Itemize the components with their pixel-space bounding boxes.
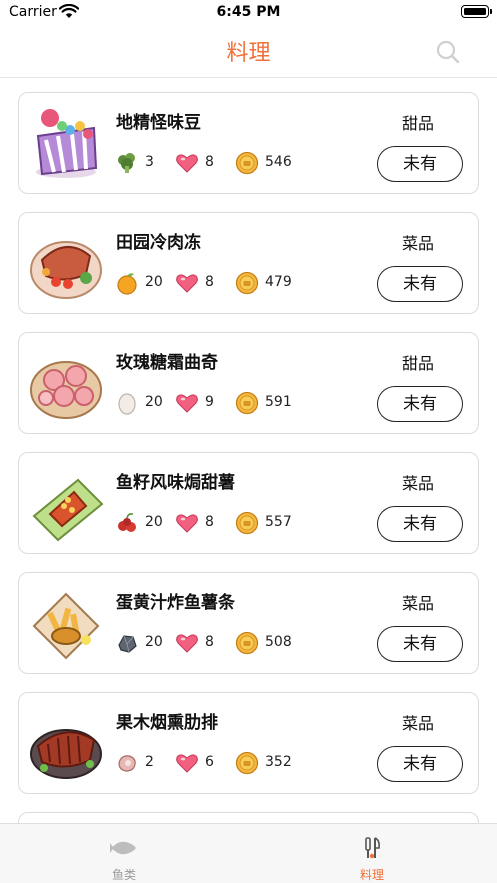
coin-icon <box>235 511 259 535</box>
recipe-category: 菜品 <box>401 474 434 493</box>
coin-count: 352 <box>265 754 292 770</box>
recipe-name: 玫瑰糖霜曲奇 <box>116 353 218 373</box>
ownership-status-button[interactable]: 未有 <box>377 386 463 422</box>
coin-count: 546 <box>265 154 292 170</box>
broccoli-icon <box>118 153 135 173</box>
ingredient-count: 20 <box>145 394 163 410</box>
recipe-card[interactable]: 田园冷肉冻 菜品 20 8 479 未有 <box>18 212 479 314</box>
recipe-thumbnail-image <box>30 361 102 419</box>
recipe-name: 鱼籽风味焗甜薯 <box>116 473 235 493</box>
berries-icon <box>118 513 136 532</box>
navigation-bar: 料理 <box>0 26 497 78</box>
heart-icon <box>176 634 198 653</box>
meat-icon <box>118 755 136 772</box>
orange-icon <box>117 273 137 295</box>
coin-count: 479 <box>265 274 292 290</box>
recipe-name: 果木烟熏肋排 <box>116 713 218 733</box>
ingredient-count: 20 <box>145 274 163 290</box>
recipe-name: 地精怪味豆 <box>116 113 201 133</box>
egg-icon <box>118 393 136 415</box>
tab-bar: 鱼类 料理 <box>0 823 497 883</box>
recipe-thumbnail-image <box>30 241 102 299</box>
ingredient-count: 20 <box>145 634 163 650</box>
ownership-status-button[interactable]: 未有 <box>377 146 463 182</box>
coin-count: 508 <box>265 634 292 650</box>
coin-icon <box>235 751 259 775</box>
tab-fish-label: 鱼类 <box>111 868 136 882</box>
recipe-thumbnail-image <box>32 592 100 660</box>
ingredient-count: 20 <box>145 514 163 530</box>
recipe-category: 菜品 <box>401 714 434 733</box>
cooking-icon <box>365 837 380 859</box>
fish-icon <box>110 841 136 855</box>
coin-icon <box>235 271 259 295</box>
ownership-status-button[interactable]: 未有 <box>377 746 463 782</box>
battery-icon <box>461 5 492 18</box>
coin-count: 557 <box>265 514 292 530</box>
recipe-category: 甜品 <box>401 114 434 133</box>
recipe-name: 田园冷肉冻 <box>116 233 201 253</box>
page-title: 料理 <box>226 41 271 66</box>
recipe-category: 菜品 <box>401 234 434 253</box>
heart-icon <box>176 394 198 413</box>
heart-count: 6 <box>205 754 214 770</box>
recipe-card[interactable]: 玫瑰糖霜曲奇 甜品 20 9 591 未有 <box>18 332 479 434</box>
recipe-card[interactable]: 蛋黄汁炸鱼薯条 菜品 20 8 508 未有 <box>18 572 479 674</box>
recipe-card[interactable]: 果木烟熏肋排 菜品 2 6 352 未有 <box>18 692 479 794</box>
heart-icon <box>176 154 198 173</box>
recipe-thumbnail-image <box>30 729 102 779</box>
ingredient-count: 2 <box>145 754 154 770</box>
ore-icon <box>118 635 137 653</box>
status-bar: Carrier 6:45 PM <box>0 0 497 26</box>
recipe-category: 菜品 <box>401 594 434 613</box>
coin-count: 591 <box>265 394 292 410</box>
heart-count: 9 <box>205 394 214 410</box>
heart-count: 8 <box>205 274 214 290</box>
tab-fish[interactable]: 鱼类 <box>0 824 248 883</box>
tab-cooking-label: 料理 <box>359 868 384 882</box>
recipe-thumbnail-image <box>36 109 98 178</box>
coin-icon <box>235 391 259 415</box>
ingredient-count: 3 <box>145 154 154 170</box>
search-icon[interactable] <box>434 38 462 66</box>
heart-count: 8 <box>205 634 214 650</box>
heart-count: 8 <box>205 514 214 530</box>
ownership-status-button[interactable]: 未有 <box>377 266 463 302</box>
status-time: 6:45 PM <box>216 4 281 20</box>
recipe-thumbnail-image <box>32 478 104 542</box>
heart-icon <box>176 754 198 773</box>
recipe-card[interactable]: 鱼籽风味焗甜薯 菜品 20 8 557 未有 <box>18 452 479 554</box>
heart-icon <box>176 274 198 293</box>
recipe-card[interactable]: 地精怪味豆 甜品 3 8 546 未有 <box>18 92 479 194</box>
coin-icon <box>235 151 259 175</box>
recipe-name: 蛋黄汁炸鱼薯条 <box>116 593 235 613</box>
ownership-status-button[interactable]: 未有 <box>377 626 463 662</box>
tab-cooking[interactable]: 料理 <box>248 824 496 883</box>
heart-count: 8 <box>205 154 214 170</box>
heart-icon <box>176 514 198 533</box>
ownership-status-button[interactable]: 未有 <box>377 506 463 542</box>
coin-icon <box>235 631 259 655</box>
recipe-category: 甜品 <box>401 354 434 373</box>
